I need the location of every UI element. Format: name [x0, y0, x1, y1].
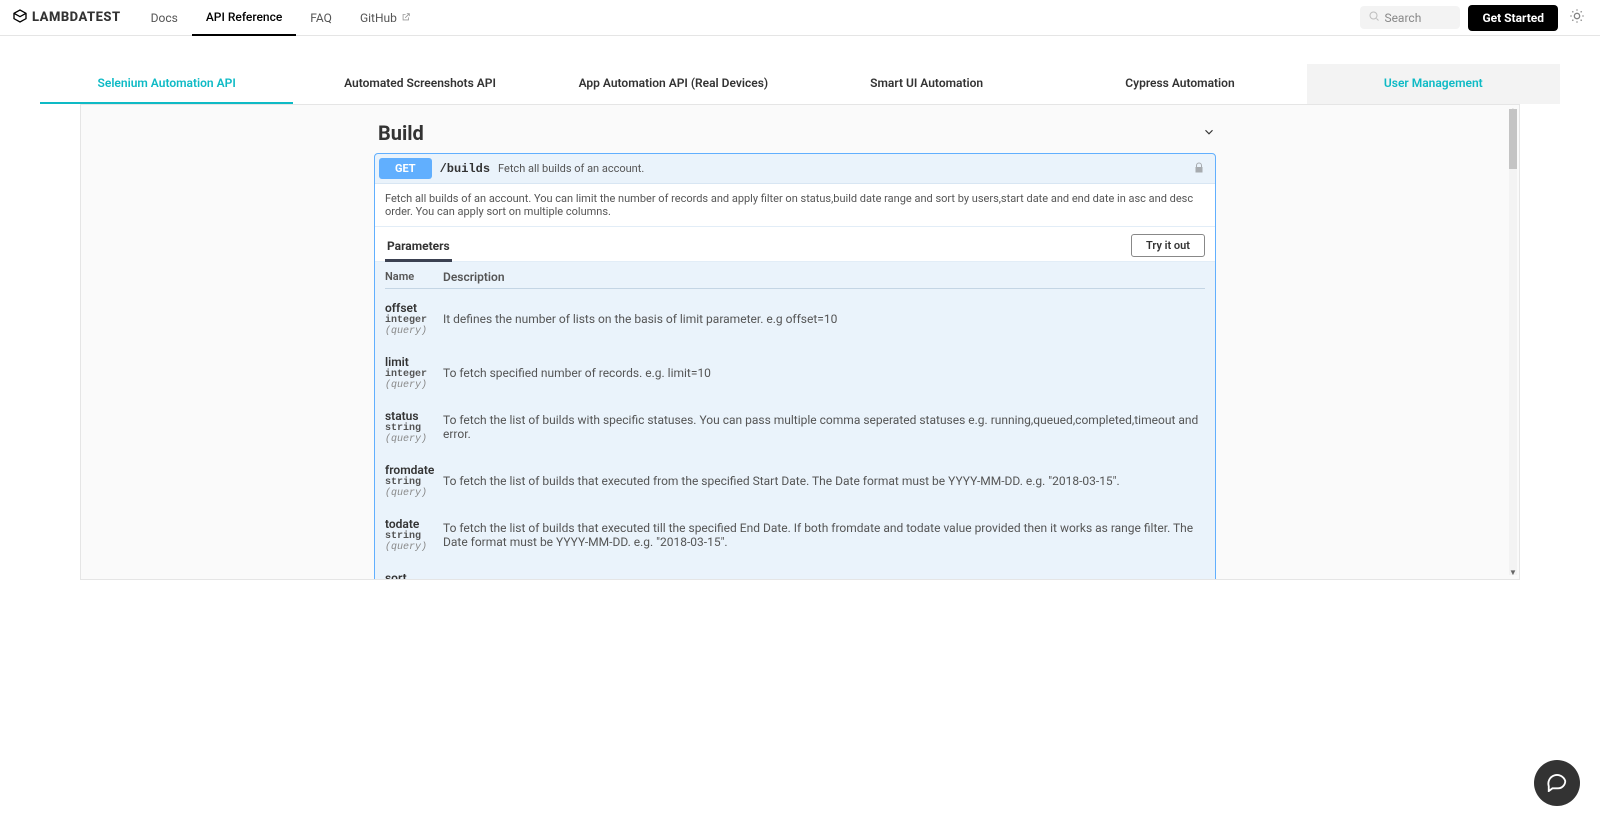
search-input[interactable]: Search: [1360, 6, 1460, 29]
sun-icon: [1569, 8, 1585, 27]
parameters-bar: Parameters Try it out: [375, 226, 1215, 262]
chevron-down-icon: [1202, 124, 1216, 143]
brand-name: LAMBDATEST: [32, 10, 121, 25]
tab-automated-screenshots[interactable]: Automated Screenshots API: [293, 64, 546, 104]
tab-smart-ui[interactable]: Smart UI Automation: [800, 64, 1053, 104]
param-name: limit: [385, 355, 441, 369]
param-in: (query): [385, 488, 441, 499]
top-navbar: LAMBDATEST Docs API Reference FAQ GitHub…: [0, 0, 1600, 36]
external-link-icon: [401, 11, 411, 25]
endpoint-summary: Fetch all builds of an account.: [498, 162, 644, 175]
param-type: integer: [385, 315, 441, 326]
operation-get-builds: GET /builds Fetch all builds of an accou…: [374, 153, 1216, 580]
param-description: To fetch the list of builds with specifi…: [441, 413, 1205, 441]
api-panel: ▲ ▼ Build GET /builds Fetch all builds o…: [80, 104, 1520, 580]
table-row: offset integer (query) It defines the nu…: [385, 297, 1205, 351]
http-method-badge: GET: [379, 158, 432, 179]
nav-github[interactable]: GitHub: [346, 0, 425, 36]
param-in: (query): [385, 542, 441, 553]
theme-toggle[interactable]: [1566, 7, 1588, 29]
param-name: offset: [385, 301, 441, 315]
param-type: string: [385, 477, 441, 488]
lock-icon[interactable]: [1193, 159, 1205, 178]
operation-description: Fetch all builds of an account. You can …: [375, 183, 1215, 226]
tab-cypress[interactable]: Cypress Automation: [1053, 64, 1306, 104]
nav-faq[interactable]: FAQ: [296, 0, 346, 36]
param-in: (query): [385, 326, 441, 337]
param-name: todate: [385, 517, 441, 531]
section-title: Build: [378, 121, 424, 145]
logo-icon: [12, 8, 32, 28]
param-in: (query): [385, 380, 441, 391]
nav-docs[interactable]: Docs: [137, 0, 192, 36]
param-type: string: [385, 423, 441, 434]
search-icon: [1368, 10, 1384, 25]
get-started-button[interactable]: Get Started: [1468, 5, 1558, 31]
nav-api-reference[interactable]: API Reference: [192, 0, 296, 36]
param-name: sort: [385, 571, 441, 580]
col-header-description: Description: [441, 270, 1205, 284]
operation-header[interactable]: GET /builds Fetch all builds of an accou…: [375, 154, 1215, 183]
param-description: To fetch the list of builds that execute…: [441, 474, 1205, 488]
table-row: fromdate string (query) To fetch the lis…: [385, 459, 1205, 513]
col-header-name: Name: [385, 270, 441, 284]
chat-icon: [1546, 770, 1568, 796]
scrollbar-thumb[interactable]: [1509, 109, 1517, 169]
param-type: string: [385, 531, 441, 542]
param-description: To fetch specified number of records. e.…: [441, 366, 1205, 380]
scroll-arrow-down-icon[interactable]: ▼: [1509, 569, 1517, 577]
table-row: limit integer (query) To fetch specified…: [385, 351, 1205, 405]
chat-button[interactable]: [1534, 760, 1580, 806]
tab-app-automation[interactable]: App Automation API (Real Devices): [547, 64, 800, 104]
param-name: status: [385, 409, 441, 423]
param-type: integer: [385, 369, 441, 380]
try-it-out-button[interactable]: Try it out: [1131, 234, 1205, 257]
tab-user-management[interactable]: User Management: [1307, 64, 1560, 104]
search-placeholder: Search: [1384, 11, 1421, 25]
brand-logo[interactable]: LAMBDATEST: [12, 8, 121, 28]
tab-selenium-automation[interactable]: Selenium Automation API: [40, 64, 293, 104]
api-tabs: Selenium Automation API Automated Screen…: [40, 64, 1560, 104]
endpoint-path: /builds: [440, 162, 490, 176]
scrollbar[interactable]: [1509, 109, 1517, 575]
param-description: It defines the number of lists on the ba…: [441, 312, 1205, 326]
parameters-table: Name Description offset integer (query) …: [375, 262, 1215, 580]
nav-links: Docs API Reference FAQ GitHub: [137, 0, 425, 36]
nav-github-label: GitHub: [360, 11, 397, 25]
param-description: To fetch the list of builds that execute…: [441, 521, 1205, 549]
parameters-tab[interactable]: Parameters: [385, 233, 452, 262]
section-header[interactable]: Build: [374, 113, 1216, 153]
table-row: status string (query) To fetch the list …: [385, 405, 1205, 459]
param-name: fromdate: [385, 463, 441, 477]
param-in: (query): [385, 434, 441, 445]
table-row: todate string (query) To fetch the list …: [385, 513, 1205, 567]
table-row: sort string (query) To sort the list in …: [385, 567, 1205, 580]
